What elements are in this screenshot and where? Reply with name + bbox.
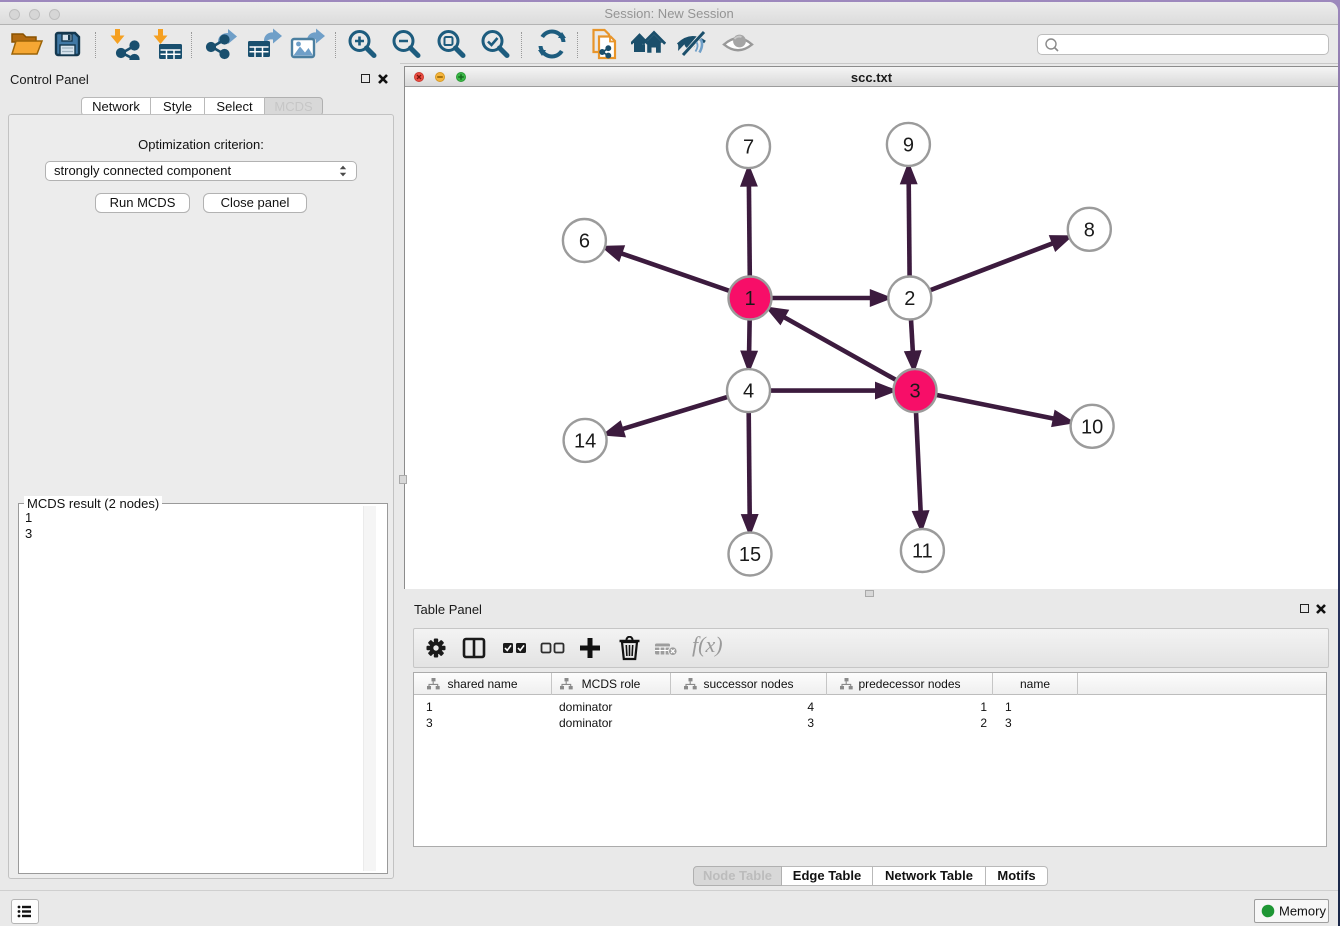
svg-text:1: 1 [744, 288, 755, 310]
svg-text:9: 9 [903, 134, 914, 156]
svg-text:3: 3 [909, 381, 920, 403]
svg-text:11: 11 [912, 541, 933, 563]
svg-text:10: 10 [1081, 416, 1103, 438]
svg-text:14: 14 [574, 430, 596, 452]
svg-text:15: 15 [739, 544, 761, 566]
svg-text:2: 2 [904, 288, 915, 310]
svg-text:4: 4 [743, 381, 754, 403]
svg-text:7: 7 [743, 137, 754, 159]
svg-text:8: 8 [1084, 219, 1095, 241]
svg-text:6: 6 [579, 231, 590, 253]
svg-text:Memory: Memory [1279, 904, 1326, 919]
